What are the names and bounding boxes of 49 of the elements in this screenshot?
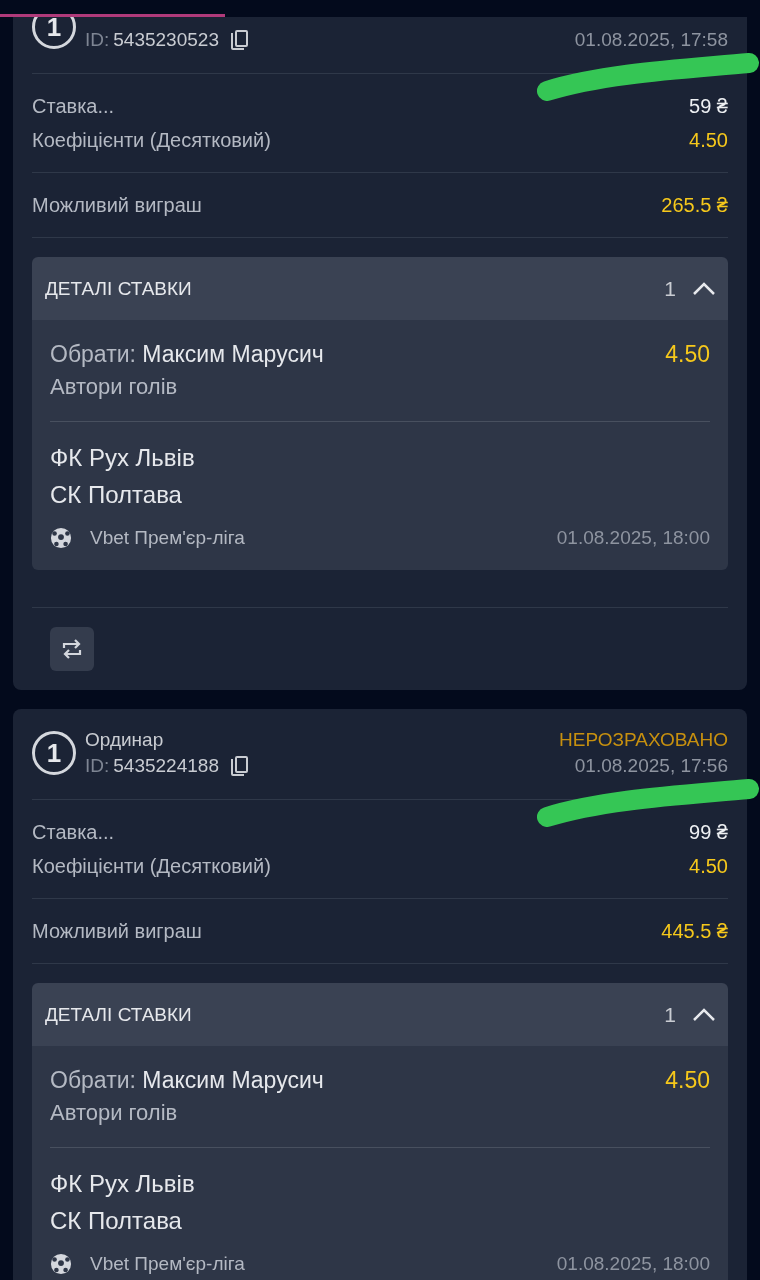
stake-value: 59 ₴ [689,94,728,118]
market-name: Автори голів [50,1099,179,1127]
copy-icon[interactable] [228,29,249,51]
bet-status: НЕРОЗРАХОВАНО [559,728,728,752]
bet-type: Ординар [85,728,165,752]
potential-win-label: Можливий виграш [32,919,202,943]
odds-label: Коефіцієнти (Десятковий) [32,128,271,152]
bet-details-header[interactable]: ДЕТАЛІ СТАВКИ 1 [32,983,728,1046]
bet-date: 01.08.2025, 17:58 [574,28,728,52]
details-count: 1 [664,276,676,301]
id-label: ID: [85,754,110,778]
potential-win-label: Можливий виграш [32,193,202,217]
soccer-ball-icon [50,527,72,549]
details-title: ДЕТАЛІ СТАВКИ [45,277,192,300]
away-team: СК Полтава [50,480,183,510]
repeat-icon [60,637,84,661]
repeat-bet-button[interactable] [50,627,94,671]
odds-label: Коефіцієнти (Десятковий) [32,854,271,878]
selection-text: Обрати: Максим Марусич [50,1066,324,1094]
soccer-ball-icon [50,1253,72,1275]
home-team: ФК Рух Львів [50,443,196,473]
odds-value: 4.50 [689,128,728,152]
bet-date: 01.08.2025, 17:56 [574,754,728,778]
bet-details-header[interactable]: ДЕТАЛІ СТАВКИ 1 [32,257,728,320]
details-count: 1 [664,1002,676,1027]
bet-id: 5435224188 [113,754,219,778]
selection-odds: 4.50 [665,1066,710,1094]
away-team: СК Полтава [50,1206,183,1236]
bet-id: 5435230523 [113,28,219,52]
copy-icon[interactable] [228,755,249,777]
league-name: Vbet Прем'єр-ліга [90,527,245,549]
home-team: ФК Рух Львів [50,1169,196,1199]
selection-text: Обрати: Максим Марусич [50,340,324,368]
market-name: Автори голів [50,373,179,401]
potential-win-value: 445.5 ₴ [661,919,728,943]
stake-value: 99 ₴ [689,820,728,844]
chevron-icon[interactable] [692,281,716,296]
league-name: Vbet Прем'єр-ліга [90,1253,245,1275]
match-date: 01.08.2025, 18:00 [556,527,710,549]
selection-odds: 4.50 [665,340,710,368]
stake-label: Ставка... [32,94,115,118]
chevron-icon[interactable] [692,1007,716,1022]
bet-count-badge: 1 [32,731,76,775]
odds-value: 4.50 [689,854,728,878]
details-title: ДЕТАЛІ СТАВКИ [45,1003,192,1026]
stake-label: Ставка... [32,820,115,844]
potential-win-value: 265.5 ₴ [661,193,728,217]
id-label: ID: [85,28,110,52]
match-date: 01.08.2025, 18:00 [556,1253,710,1275]
